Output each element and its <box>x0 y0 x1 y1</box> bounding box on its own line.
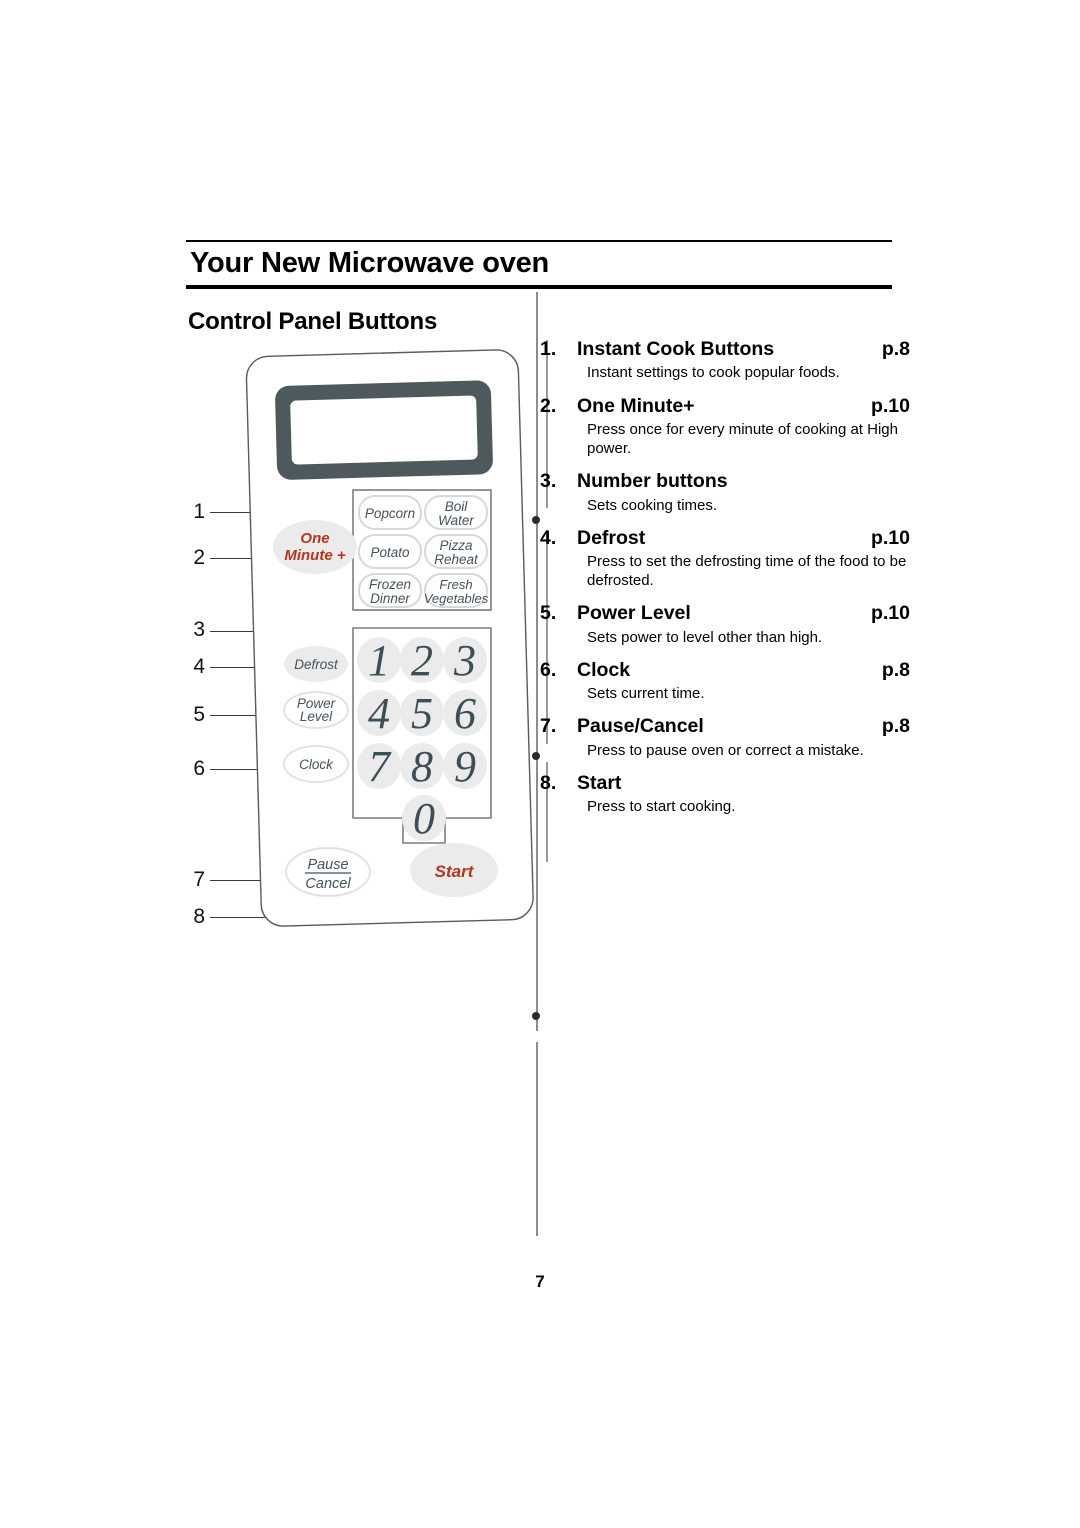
callout-number-1: 1 <box>193 500 205 523</box>
control-button-legend-list: 1. Instant Cook Buttons p.8 Instant sett… <box>540 336 910 826</box>
callout-number-3: 3 <box>193 618 205 641</box>
instant-cook-button-fresh-vegetables-label-line1: Fresh <box>439 577 472 592</box>
callout-number-7: 7 <box>193 868 205 891</box>
power-level-button-label-line2: Level <box>300 709 333 724</box>
instant-cook-button-fresh-vegetables-label-line2: Vegetables <box>424 591 489 606</box>
instant-cook-button-pizza-reheat-label-line1: Pizza <box>439 538 473 553</box>
clock-button-label: Clock <box>299 757 334 772</box>
instant-cook-button-boil-water-label-line1: Boil <box>445 499 469 514</box>
section-title: Control Panel Buttons <box>188 308 438 335</box>
legend-number: 8. <box>540 771 557 794</box>
legend-heading: 5. Power Level p.10 <box>540 600 910 627</box>
one-minute-button-label-line1: One <box>300 530 329 547</box>
number-button-5-label: 5 <box>411 689 433 738</box>
instant-cook-button-frozen-dinner-label-line1: Frozen <box>369 577 411 592</box>
pause-cancel-button-label-line2: Cancel <box>305 876 351 892</box>
legend-number: 6. <box>540 658 557 681</box>
legend-heading: 6. Clock p.8 <box>540 657 910 684</box>
page-number: 7 <box>535 1272 545 1291</box>
legend-number: 7. <box>540 715 557 738</box>
legend-label: Power Level <box>577 602 691 625</box>
legend-number: 1. <box>540 338 557 360</box>
legend-description: Press to start cooking. <box>587 798 736 816</box>
legend-item-power-level: 5. Power Level p.10 Sets power to level … <box>540 600 910 655</box>
instant-cook-button-frozen-dinner-label-line2: Dinner <box>370 591 410 606</box>
instant-cook-button-boil-water-label-line2: Water <box>438 513 474 528</box>
legend-heading: 1. Instant Cook Buttons p.8 <box>540 336 910 363</box>
divider-dot <box>532 1012 540 1020</box>
instant-cook-button-popcorn-label: Popcorn <box>365 506 415 521</box>
legend-page-ref: p.10 <box>870 394 910 417</box>
legend-number: 2. <box>540 394 557 417</box>
legend-description: Press to pause oven or correct a mistake… <box>587 741 864 759</box>
legend-description: Sets cooking times. <box>587 496 718 514</box>
legend-page-ref: p.8 <box>881 338 910 360</box>
instant-cook-button-potato-label: Potato <box>370 545 410 560</box>
legend-heading: 4. Defrost p.10 <box>540 525 910 552</box>
legend-label: One Minute+ <box>577 394 695 417</box>
page-title: Your New Microwave oven <box>190 247 550 279</box>
instant-cook-button-pizza-reheat-label-line2: Reheat <box>434 552 479 567</box>
legend-label: Defrost <box>577 526 646 549</box>
legend-label: Pause/Cancel <box>577 715 704 738</box>
number-button-9-label: 9 <box>454 742 476 791</box>
legend-description: Instant settings to cook popular foods. <box>587 364 840 382</box>
legend-number: 3. <box>540 470 557 493</box>
number-button-0-label: 0 <box>413 794 435 843</box>
legend-item-start: 8. Start Press to start cooking. <box>540 770 910 825</box>
legend-number: 5. <box>540 602 557 625</box>
number-button-2-label: 2 <box>411 636 433 685</box>
control-panel-illustration: Popcorn Boil Water Potato Pizza Reheat F… <box>240 345 540 945</box>
legend-description: Press once for every minute of cooking a… <box>587 420 898 457</box>
legend-description: Sets current time. <box>587 685 705 703</box>
callout-number-8: 8 <box>193 905 205 928</box>
number-button-7-label: 7 <box>368 742 392 791</box>
number-button-3-label: 3 <box>453 636 476 685</box>
legend-label: Number buttons <box>577 470 728 493</box>
legend-description: Sets power to level other than high. <box>587 628 823 646</box>
page-header: Your New Microwave oven <box>186 240 892 289</box>
start-button-label: Start <box>435 862 475 881</box>
legend-page-ref: p.8 <box>881 658 910 681</box>
legend-heading: 7. Pause/Cancel p.8 <box>540 713 910 740</box>
legend-item-pause-cancel: 7. Pause/Cancel p.8 Press to pause oven … <box>540 713 910 768</box>
legend-heading: 8. Start <box>540 770 910 797</box>
document-page: Your New Microwave oven Control Panel Bu… <box>0 0 1080 1528</box>
legend-number: 4. <box>540 526 557 549</box>
legend-item-clock: 6. Clock p.8 Sets current time. <box>540 657 910 712</box>
callout-number-5: 5 <box>193 703 205 726</box>
legend-page-ref: p.8 <box>881 715 910 738</box>
callout-number-4: 4 <box>193 655 205 678</box>
number-button-8-label: 8 <box>411 742 433 791</box>
legend-label: Clock <box>577 658 631 681</box>
header-rule-bottom <box>186 284 892 289</box>
callout-number-6: 6 <box>193 757 205 780</box>
one-minute-button-label-line2: Minute + <box>284 547 345 564</box>
legend-label: Start <box>577 771 622 794</box>
legend-label: Instant Cook Buttons <box>577 338 775 360</box>
number-button-6-label: 6 <box>454 689 476 738</box>
legend-item-one-minute: 2. One Minute+ p.10 Press once for every… <box>540 393 910 467</box>
legend-page-ref: p.10 <box>870 526 910 549</box>
number-button-4-label: 4 <box>368 689 390 738</box>
legend-description: Press to set the defrosting time of the … <box>587 553 907 590</box>
legend-item-defrost: 4. Defrost p.10 Press to set the defrost… <box>540 525 910 599</box>
legend-item-number-buttons: 3. Number buttons Sets cooking times. <box>540 468 910 523</box>
number-button-1-label: 1 <box>368 636 390 685</box>
display-screen <box>290 395 478 465</box>
legend-item-instant-cook: 1. Instant Cook Buttons p.8 Instant sett… <box>540 336 910 391</box>
column-divider-lower <box>536 1042 538 1236</box>
callout-number-2: 2 <box>193 546 205 569</box>
legend-page-ref: p.10 <box>870 602 910 625</box>
legend-heading: 2. One Minute+ p.10 <box>540 393 910 420</box>
pause-cancel-button-label-line1: Pause <box>307 857 348 873</box>
defrost-button-label: Defrost <box>294 657 339 672</box>
legend-heading: 3. Number buttons <box>540 468 910 495</box>
